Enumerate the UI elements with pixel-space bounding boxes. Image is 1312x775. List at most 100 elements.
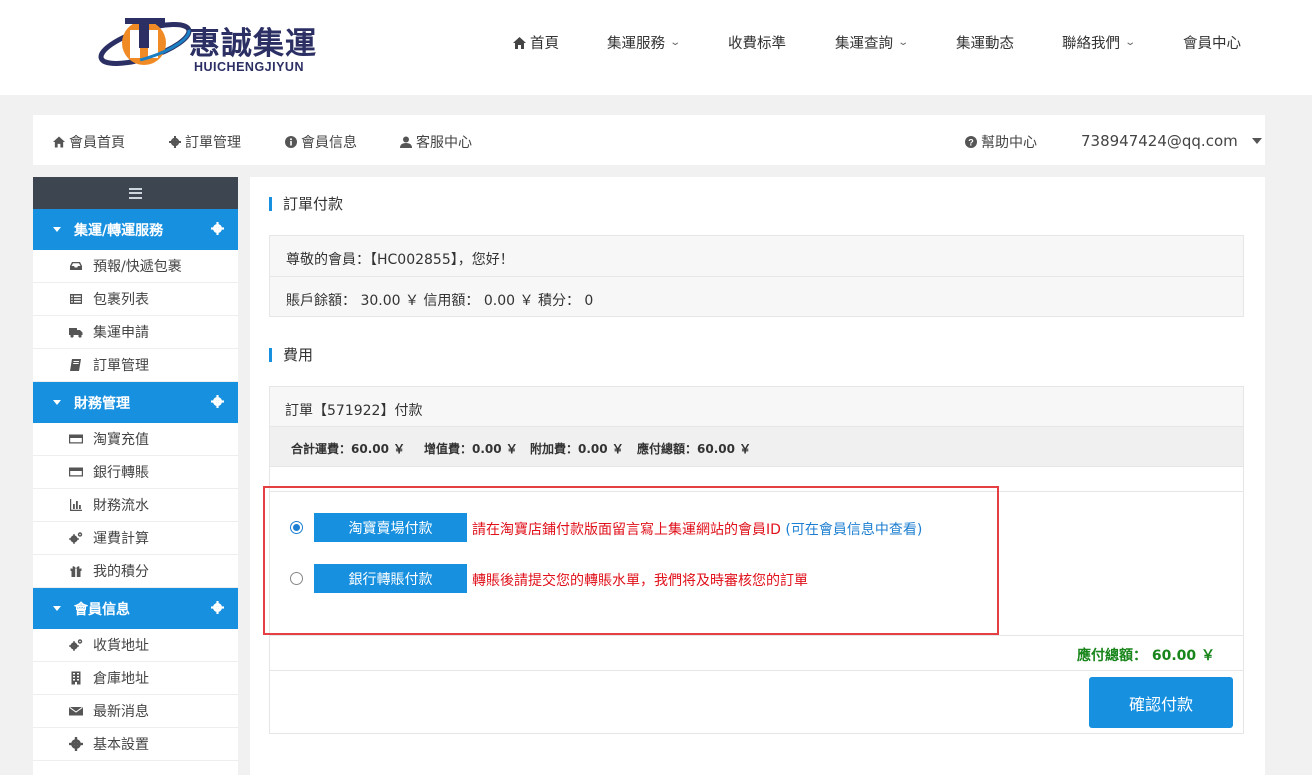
sidebar-item-orders[interactable]: 訂單管理 <box>33 349 238 382</box>
sidebar-item-shipping-apply[interactable]: 集運申請 <box>33 316 238 349</box>
home-icon <box>53 136 65 148</box>
member-info-link[interactable]: 會員信息 <box>285 132 357 152</box>
gear-icon <box>169 136 181 148</box>
sidebar-item-label: 基本設置 <box>93 737 149 753</box>
svg-text:?: ? <box>968 138 974 148</box>
user-icon <box>400 136 412 148</box>
sidebar-item-label: 集運申請 <box>93 325 149 341</box>
nav-member-label: 會員中心 <box>1183 36 1241 52</box>
sidebar-item-label: 收貨地址 <box>93 638 149 654</box>
sidebar-group-finance[interactable]: 財務管理 <box>33 382 238 423</box>
sidebar-toggle[interactable] <box>33 177 238 209</box>
building-icon <box>69 671 83 685</box>
value-added-fee: 增值費：0.00 ￥ <box>424 442 518 456</box>
chevron-down-icon: ⌄ <box>897 37 910 48</box>
sidebar-item-freight-calc[interactable]: 運費計算 <box>33 522 238 555</box>
main-content: 訂單付款 尊敬的會員：【HC002855】，您好！ 賬戶餘額： 30.00 ￥ … <box>250 177 1265 775</box>
sidebar-group-title: 集運/轉運服務 <box>74 222 164 239</box>
caret-down-icon <box>53 400 61 405</box>
gear-icon[interactable] <box>211 601 224 614</box>
chevron-down-icon: ⌄ <box>669 37 682 48</box>
nav-tracking[interactable]: 集運查詢 ⌄ <box>835 32 910 53</box>
sidebar-item-forecast[interactable]: 預報/快遞包裹 <box>33 250 238 283</box>
account-summary-box: 尊敬的會員：【HC002855】，您好！ 賬戶餘額： 30.00 ￥ 信用額： … <box>269 235 1244 317</box>
sidebar-item-points[interactable]: 我的積分 <box>33 555 238 588</box>
nav-home[interactable]: 首頁 <box>513 32 559 53</box>
sidebar-item-settings[interactable]: 基本設置 <box>33 728 238 761</box>
menu-icon <box>129 187 142 199</box>
nav-services-label: 集運服務 <box>607 36 665 52</box>
truck-icon <box>69 325 83 339</box>
nav-news-label: 集運動态 <box>956 36 1014 52</box>
caret-down-icon <box>1251 138 1262 144</box>
member-info-label: 會員信息 <box>301 135 357 151</box>
inbox-icon <box>69 259 83 273</box>
site-header: 惠誠集運 HUICHENGJIYUN 首頁 集運服務 ⌄ 收費标準 集運查詢 ⌄… <box>0 0 1312 95</box>
sidebar-item-bank-transfer[interactable]: 銀行轉賬 <box>33 456 238 489</box>
member-home-link[interactable]: 會員首頁 <box>53 132 125 152</box>
caret-down-icon <box>53 227 61 232</box>
total-row: 應付總額： 60.00 ￥ <box>270 635 1243 671</box>
bar-chart-icon <box>69 498 83 512</box>
sidebar-item-package-list[interactable]: 包裹列表 <box>33 283 238 316</box>
credit-card-icon <box>69 465 83 479</box>
nav-pricing-label: 收費标準 <box>728 36 786 52</box>
sidebar-item-label: 倉庫地址 <box>93 671 149 687</box>
order-header: 訂單【571922】付款 <box>270 387 1243 427</box>
sidebar-item-label: 淘寶充值 <box>93 432 149 448</box>
nav-member[interactable]: 會員中心 <box>1183 32 1241 53</box>
customer-service-link[interactable]: 客服中心 <box>400 132 472 152</box>
fees-title: 費用 <box>269 348 313 363</box>
credit-card-icon <box>69 432 83 446</box>
nav-services[interactable]: 集運服務 ⌄ <box>607 32 682 53</box>
sidebar-item-label: 訂單管理 <box>93 358 149 374</box>
sidebar-item-label: 預報/快遞包裹 <box>93 259 182 275</box>
order-payment-title: 訂單付款 <box>269 197 343 212</box>
sidebar-group-title: 財務管理 <box>74 395 130 412</box>
order-management-link[interactable]: 訂單管理 <box>169 132 241 152</box>
sidebar-item-messages[interactable]: 最新消息 <box>33 695 238 728</box>
envelope-icon <box>69 704 83 718</box>
gears-icon <box>69 531 83 545</box>
sidebar-item-finance-flow[interactable]: 財務流水 <box>33 489 238 522</box>
help-center-link[interactable]: ? 幫助中心 <box>965 132 1037 152</box>
nav-home-label: 首頁 <box>530 36 559 52</box>
customer-service-label: 客服中心 <box>416 135 472 151</box>
nav-contact[interactable]: 聯絡我們 ⌄ <box>1062 32 1137 53</box>
sidebar-item-label: 銀行轉賬 <box>93 465 149 481</box>
sidebar-item-label: 最新消息 <box>93 704 149 720</box>
sidebar-item-label: 財務流水 <box>93 498 149 514</box>
nav-contact-label: 聯絡我們 <box>1062 36 1120 52</box>
gears-icon <box>69 638 83 652</box>
gear-icon[interactable] <box>211 222 224 235</box>
confirm-payment-button[interactable]: 確認付款 <box>1089 677 1233 728</box>
sidebar-group-shipping[interactable]: 集運/轉運服務 <box>33 209 238 250</box>
divider <box>270 276 1243 277</box>
balance-text: 賬戶餘額： 30.00 ￥ 信用額： 0.00 ￥ 積分： 0 <box>286 293 594 309</box>
shipping-fee: 合計運費：60.00 ￥ <box>291 442 406 456</box>
main-nav: 首頁 集運服務 ⌄ 收費标準 集運查詢 ⌄ 集運動态 聯絡我們 ⌄ 會員中心 <box>0 32 1312 54</box>
total-fee: 應付總額：60.00 ￥ <box>637 442 752 456</box>
list-icon <box>69 292 83 306</box>
nav-news[interactable]: 集運動态 <box>956 32 1014 53</box>
sidebar-item-taobao-topup[interactable]: 淘寶充值 <box>33 423 238 456</box>
sidebar-group-title: 會員信息 <box>74 601 130 618</box>
info-icon <box>285 136 297 148</box>
fee-summary-row: 合計運費：60.00 ￥ 增值費：0.00 ￥ 附加費：0.00 ￥ 應付總額：… <box>270 427 1243 467</box>
account-dropdown[interactable]: 738947424@qq.com <box>1081 132 1262 150</box>
total-amount: 應付總額： 60.00 ￥ <box>1076 648 1215 664</box>
sidebar-item-shipping-address[interactable]: 收貨地址 <box>33 629 238 662</box>
sidebar-item-warehouse-address[interactable]: 倉庫地址 <box>33 662 238 695</box>
member-home-label: 會員首頁 <box>69 135 125 151</box>
chevron-down-icon: ⌄ <box>1124 37 1137 48</box>
gear-icon[interactable] <box>211 395 224 408</box>
book-icon <box>69 358 83 372</box>
nav-pricing[interactable]: 收費标準 <box>728 32 786 53</box>
sidebar-item-label: 我的積分 <box>93 564 149 580</box>
gear-icon <box>69 737 83 751</box>
sidebar-item-label: 運費計算 <box>93 531 149 547</box>
question-circle-icon: ? <box>965 136 977 148</box>
sidebar-group-member[interactable]: 會員信息 <box>33 588 238 629</box>
account-email: 738947424@qq.com <box>1081 132 1238 150</box>
order-header-text: 訂單【571922】付款 <box>285 403 423 419</box>
